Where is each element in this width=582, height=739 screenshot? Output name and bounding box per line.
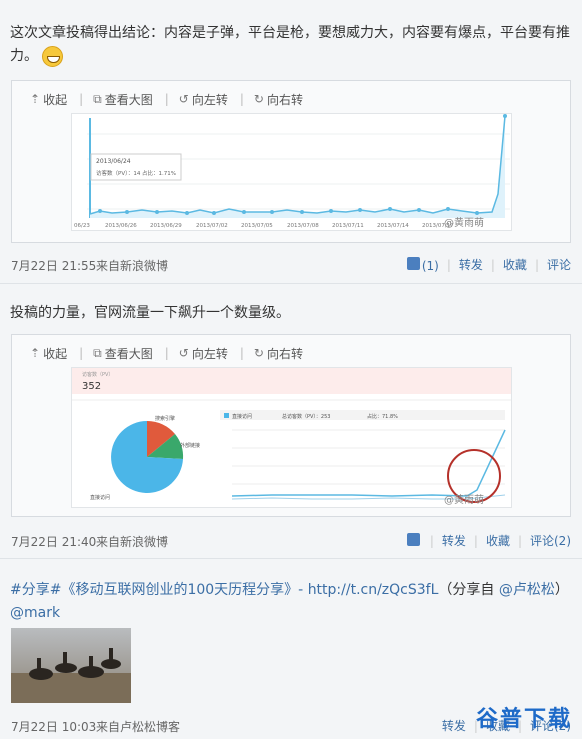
svg-text:2013/06/26: 2013/06/26 bbox=[105, 223, 137, 229]
post-time[interactable]: 7月22日 10:03 bbox=[11, 718, 96, 735]
svg-text:直接访问: 直接访问 bbox=[90, 494, 110, 501]
view-large-button[interactable]: ⧉ 查看大图 bbox=[93, 345, 153, 362]
collapse-button[interactable]: ⇡ 收起 bbox=[30, 91, 67, 108]
like-button[interactable] bbox=[406, 532, 422, 549]
media-box: ⇡ 收起 | ⧉ 查看大图 | ↺ 向左转 | ↻ 向右转 访客数（PV） 352 搜索… bbox=[11, 334, 571, 517]
svg-text:2013/06/24: 2013/06/24 bbox=[96, 158, 131, 165]
thumbs-up-icon bbox=[406, 532, 420, 546]
svg-text:访客数（PV）: 访客数（PV） bbox=[82, 371, 113, 378]
rotate-right-button[interactable]: ↻ 向右转 bbox=[254, 91, 303, 108]
post-source[interactable]: 来自卢松松博客 bbox=[96, 718, 180, 735]
svg-text:2013/07/11: 2013/07/11 bbox=[332, 223, 364, 229]
mention-link[interactable]: @卢松松 bbox=[499, 582, 555, 598]
svg-text:352: 352 bbox=[82, 381, 101, 392]
traffic-chart-image[interactable]: 2013/06/24 访客数（PV）：14 占比：1.71% 06/23 201… bbox=[71, 113, 512, 231]
post-time[interactable]: 7月22日 21:55 bbox=[11, 257, 96, 274]
rotate-left-button[interactable]: ↺ 向左转 bbox=[179, 345, 228, 362]
svg-text:搜索引擎: 搜索引擎 bbox=[155, 415, 175, 422]
post-divider bbox=[0, 558, 582, 559]
grin-emoji-icon bbox=[42, 45, 64, 67]
comment-button[interactable]: 评论 bbox=[547, 256, 571, 273]
view-large-button[interactable]: ⧉ 查看大图 bbox=[93, 91, 153, 108]
image-toolbar: ⇡ 收起 | ⧉ 查看大图 | ↺ 向左转 | ↻ 向右转 bbox=[30, 345, 303, 362]
traffic-line-chart: 2013/06/24 访客数（PV）：14 占比：1.71% 06/23 201… bbox=[72, 114, 511, 230]
post-source[interactable]: 来自新浪微博 bbox=[96, 533, 168, 550]
svg-text:访客数（PV）：14: 访客数（PV）：14 bbox=[96, 169, 141, 177]
forward-button[interactable]: 转发 bbox=[442, 717, 466, 734]
post-body[interactable]: #分享#《移动互联网创业的100天历程分享》- bbox=[10, 582, 308, 598]
post-thumbnail[interactable] bbox=[11, 628, 131, 703]
rotate-right-button[interactable]: ↻ 向右转 bbox=[254, 345, 303, 362]
forward-button[interactable]: 转发 bbox=[442, 532, 466, 549]
rotate-right-icon: ↻ bbox=[253, 346, 264, 360]
post-meta: 7月22日 21:55 来自新浪微博 (1) | 转发 | 收藏 | 评论 bbox=[11, 254, 571, 274]
post-divider bbox=[0, 283, 582, 284]
post-text: 投稿的力量，官网流量一下飙升一个数量级。 bbox=[10, 302, 575, 325]
svg-text:占比：71.8%: 占比：71.8% bbox=[367, 413, 398, 420]
post-body: 这次文章投稿得出结论：内容是子弹，平台是枪，要想威力大，内容要有爆点，平台要有推… bbox=[10, 25, 570, 64]
media-box: ⇡ 收起 | ⧉ 查看大图 | ↺ 向左转 | ↻ 向右转 2013/06/24… bbox=[11, 80, 571, 243]
rotate-left-button[interactable]: ↺ 向左转 bbox=[179, 91, 228, 108]
thumbs-up-icon bbox=[406, 256, 420, 270]
arrow-up-icon: ⇡ bbox=[30, 346, 41, 360]
stats-image[interactable]: 访客数（PV） 352 搜索引擎 外部链接 直接访问 直接访问 总访客数（PV）… bbox=[71, 367, 512, 508]
short-link[interactable]: http://t.cn/zQcS3fL bbox=[308, 582, 439, 598]
collapse-button[interactable]: ⇡ 收起 bbox=[30, 345, 67, 362]
rotate-left-icon: ↺ bbox=[178, 346, 189, 360]
post-text: #分享#《移动互联网创业的100天历程分享》- http://t.cn/zQcS… bbox=[10, 582, 569, 621]
svg-text:@黄雨萌: @黄雨萌 bbox=[444, 493, 484, 506]
svg-text:@黄雨萌: @黄雨萌 bbox=[444, 216, 484, 229]
favorite-button[interactable]: 收藏 bbox=[486, 532, 510, 549]
stats-panel: 访客数（PV） 352 搜索引擎 外部链接 直接访问 直接访问 总访客数（PV）… bbox=[72, 368, 511, 507]
svg-text:2013/07/02: 2013/07/02 bbox=[196, 223, 228, 229]
svg-text:占比：1.71%: 占比：1.71% bbox=[142, 169, 176, 177]
svg-text:2013/06/29: 2013/06/29 bbox=[150, 223, 182, 229]
forward-button[interactable]: 转发 bbox=[459, 256, 483, 273]
svg-text:2013/07/08: 2013/07/08 bbox=[287, 223, 319, 229]
post-text: 这次文章投稿得出结论：内容是子弹，平台是枪，要想威力大，内容要有爆点，平台要有推… bbox=[10, 22, 575, 68]
pie-chart bbox=[111, 420, 184, 493]
post-time[interactable]: 7月22日 21:40 bbox=[11, 533, 96, 550]
post-source[interactable]: 来自新浪微博 bbox=[96, 257, 168, 274]
svg-text:总访客数（PV）：253: 总访客数（PV）：253 bbox=[282, 413, 330, 420]
cavalry-photo bbox=[11, 628, 131, 703]
comment-button[interactable]: 评论(2) bbox=[530, 532, 571, 549]
mention-link[interactable]: @mark bbox=[10, 605, 60, 621]
rotate-right-icon: ↻ bbox=[253, 92, 264, 106]
post-actions: (1) | 转发 | 收藏 | 评论 bbox=[406, 256, 571, 273]
svg-text:2013/07/14: 2013/07/14 bbox=[377, 223, 409, 229]
favorite-button[interactable]: 收藏 bbox=[503, 256, 527, 273]
post-body: 投稿的力量，官网流量一下飙升一个数量级。 bbox=[10, 305, 290, 321]
arrow-up-icon: ⇡ bbox=[30, 92, 41, 106]
expand-icon: ⧉ bbox=[93, 91, 102, 106]
post-meta: 7月22日 21:40 来自新浪微博 | 转发 | 收藏 | 评论(2) bbox=[11, 530, 571, 550]
like-button[interactable]: (1) bbox=[406, 256, 439, 273]
expand-icon: ⧉ bbox=[93, 345, 102, 360]
site-watermark: 谷普下载 bbox=[475, 707, 572, 732]
svg-text:2013/07/05: 2013/07/05 bbox=[241, 223, 273, 229]
svg-text:06/23: 06/23 bbox=[74, 223, 90, 229]
svg-text:直接访问: 直接访问 bbox=[232, 413, 252, 420]
svg-text:外部链接: 外部链接 bbox=[180, 442, 200, 449]
post-actions: | 转发 | 收藏 | 评论(2) bbox=[406, 532, 571, 549]
image-toolbar: ⇡ 收起 | ⧉ 查看大图 | ↺ 向左转 | ↻ 向右转 bbox=[30, 91, 303, 108]
rotate-left-icon: ↺ bbox=[178, 92, 189, 106]
